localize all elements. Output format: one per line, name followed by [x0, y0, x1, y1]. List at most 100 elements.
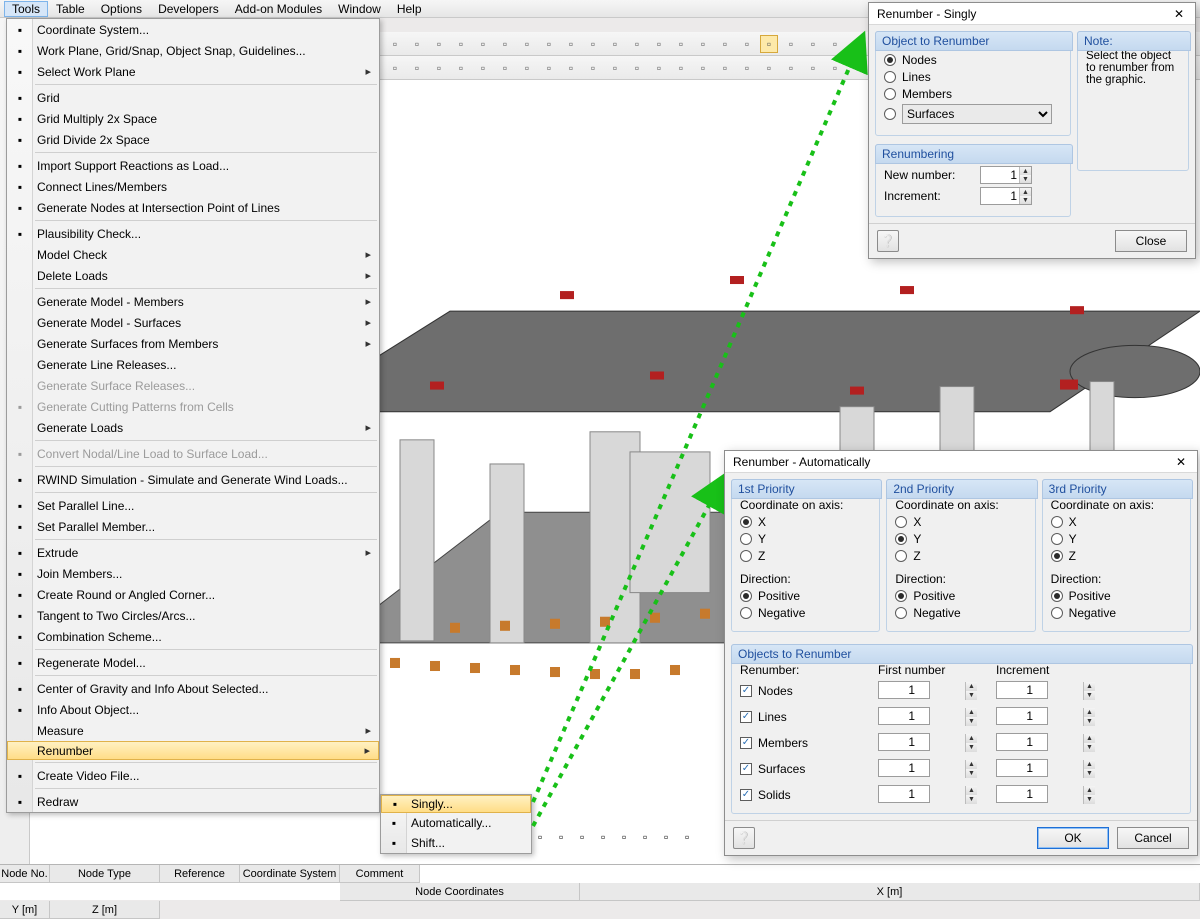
radio-members[interactable] — [884, 88, 896, 100]
checkbox-members[interactable] — [740, 737, 752, 749]
close-icon[interactable]: ✕ — [1169, 454, 1193, 470]
toolbar-icon[interactable]: ▫ — [826, 35, 844, 53]
toolbar-icon[interactable]: ▫ — [650, 59, 668, 77]
menu-options[interactable]: Options — [93, 1, 150, 17]
toolbar-icon[interactable]: ▫ — [694, 35, 712, 53]
menu-item[interactable]: ▪Grid — [7, 87, 379, 108]
toolbar-icon[interactable]: ▫ — [430, 59, 448, 77]
toolbar-icon[interactable]: ▫ — [685, 830, 703, 848]
radio-axis-z[interactable] — [895, 550, 907, 562]
checkbox-surfaces[interactable] — [740, 763, 752, 775]
close-icon[interactable]: ✕ — [1167, 6, 1191, 22]
menu-item[interactable]: Model Check — [7, 244, 379, 265]
toolbar-icon[interactable]: ▫ — [672, 59, 690, 77]
toolbar-icon[interactable]: ▫ — [804, 35, 822, 53]
menu-item[interactable]: ▪Create Video File... — [7, 765, 379, 786]
radio-direction-positive[interactable] — [740, 590, 752, 602]
increment-spinner[interactable]: ▲▼ — [980, 187, 1032, 205]
toolbar-icon[interactable]: ▫ — [716, 35, 734, 53]
toolbar-icon[interactable]: ▫ — [538, 830, 556, 848]
toolbar-icon[interactable]: ▫ — [474, 59, 492, 77]
toolbar-icon[interactable]: ▫ — [848, 59, 866, 77]
increment-spinner[interactable]: ▲▼ — [996, 785, 1096, 805]
menu-addon-modules[interactable]: Add-on Modules — [227, 1, 330, 17]
toolbar-icon[interactable]: ▫ — [606, 35, 624, 53]
toolbar-icon[interactable]: ▫ — [408, 59, 426, 77]
radio-axis-y[interactable] — [1051, 533, 1063, 545]
radio-direction-positive[interactable] — [895, 590, 907, 602]
toolbar-icon[interactable]: ▫ — [760, 59, 778, 77]
toolbar-icon[interactable]: ▫ — [716, 59, 734, 77]
radio-surfaces[interactable] — [884, 108, 896, 120]
ok-button[interactable]: OK — [1037, 827, 1109, 849]
menu-help[interactable]: Help — [389, 1, 430, 17]
menu-item[interactable]: Generate Loads — [7, 417, 379, 438]
menu-item[interactable]: Generate Line Releases... — [7, 354, 379, 375]
menu-item[interactable]: ▪Join Members... — [7, 563, 379, 584]
menu-item[interactable]: Measure — [7, 720, 379, 741]
submenu-item[interactable]: ▪Automatically... — [381, 813, 531, 833]
toolbar-icon[interactable]: ▫ — [738, 35, 756, 53]
radio-direction-negative[interactable] — [895, 607, 907, 619]
menu-item[interactable]: Generate Model - Surfaces — [7, 312, 379, 333]
first-number-spinner[interactable]: ▲▼ — [878, 759, 978, 779]
toolbar-icon[interactable]: ▫ — [782, 59, 800, 77]
menu-item[interactable]: ▪Regenerate Model... — [7, 652, 379, 673]
toolbar-icon[interactable]: ▫ — [452, 35, 470, 53]
toolbar-icon[interactable]: ▫ — [664, 830, 682, 848]
menu-developers[interactable]: Developers — [150, 1, 227, 17]
toolbar-icon[interactable]: ▫ — [606, 59, 624, 77]
help-icon[interactable]: ❔ — [877, 230, 899, 252]
toolbar-icon[interactable]: ▫ — [559, 830, 577, 848]
radio-direction-positive[interactable] — [1051, 590, 1063, 602]
menu-item[interactable]: Renumber — [7, 741, 379, 760]
first-number-spinner[interactable]: ▲▼ — [878, 681, 978, 701]
menu-item[interactable]: ▪Set Parallel Line... — [7, 495, 379, 516]
menu-window[interactable]: Window — [330, 1, 389, 17]
menu-item[interactable]: ▪Work Plane, Grid/Snap, Object Snap, Gui… — [7, 40, 379, 61]
submenu-item[interactable]: ▪Shift... — [381, 833, 531, 853]
menu-item[interactable]: ▪Info About Object... — [7, 699, 379, 720]
radio-direction-negative[interactable] — [740, 607, 752, 619]
toolbar-icon[interactable]: ▫ — [584, 35, 602, 53]
radio-axis-y[interactable] — [895, 533, 907, 545]
toolbar-icon[interactable]: ▫ — [452, 59, 470, 77]
help-icon[interactable]: ❔ — [733, 827, 755, 849]
toolbar-icon[interactable]: ▫ — [540, 59, 558, 77]
toolbar-icon[interactable]: ▫ — [518, 35, 536, 53]
menu-item[interactable]: ▪Select Work Plane — [7, 61, 379, 82]
toolbar-icon[interactable]: ▫ — [386, 35, 404, 53]
menu-item[interactable]: ▪Tangent to Two Circles/Arcs... — [7, 605, 379, 626]
toolbar-icon[interactable]: ▫ — [826, 59, 844, 77]
first-number-spinner[interactable]: ▲▼ — [878, 785, 978, 805]
first-number-spinner[interactable]: ▲▼ — [878, 733, 978, 753]
toolbar-icon[interactable]: ▫ — [628, 35, 646, 53]
toolbar-icon[interactable]: ▫ — [540, 35, 558, 53]
toolbar-icon[interactable]: ▫ — [601, 830, 619, 848]
cancel-button[interactable]: Cancel — [1117, 827, 1189, 849]
radio-axis-z[interactable] — [1051, 550, 1063, 562]
menu-item[interactable]: ▪Connect Lines/Members — [7, 176, 379, 197]
toolbar-icon[interactable]: ▫ — [580, 830, 598, 848]
menu-item[interactable]: ▪Generate Nodes at Intersection Point of… — [7, 197, 379, 218]
radio-lines[interactable] — [884, 71, 896, 83]
checkbox-nodes[interactable] — [740, 685, 752, 697]
toolbar-icon[interactable]: ▫ — [694, 59, 712, 77]
increment-spinner[interactable]: ▲▼ — [996, 759, 1096, 779]
toolbar-icon[interactable]: ▫ — [408, 35, 426, 53]
menu-item[interactable]: ▪Extrude — [7, 542, 379, 563]
close-button[interactable]: Close — [1115, 230, 1187, 252]
toolbar-icon[interactable]: ▫ — [804, 59, 822, 77]
menu-item[interactable]: ▪Set Parallel Member... — [7, 516, 379, 537]
menu-item[interactable]: Generate Surfaces from Members — [7, 333, 379, 354]
toolbar-icon[interactable]: ▫ — [738, 59, 756, 77]
toolbar-icon[interactable]: ▫ — [622, 830, 640, 848]
toolbar-icon[interactable]: ▫ — [650, 35, 668, 53]
checkbox-lines[interactable] — [740, 711, 752, 723]
radio-axis-x[interactable] — [740, 516, 752, 528]
toolbar-icon[interactable]: ▫ — [848, 35, 866, 53]
increment-spinner[interactable]: ▲▼ — [996, 733, 1096, 753]
radio-axis-z[interactable] — [740, 550, 752, 562]
toolbar-icon[interactable]: ▫ — [643, 830, 661, 848]
toolbar-icon[interactable]: ▫ — [430, 35, 448, 53]
